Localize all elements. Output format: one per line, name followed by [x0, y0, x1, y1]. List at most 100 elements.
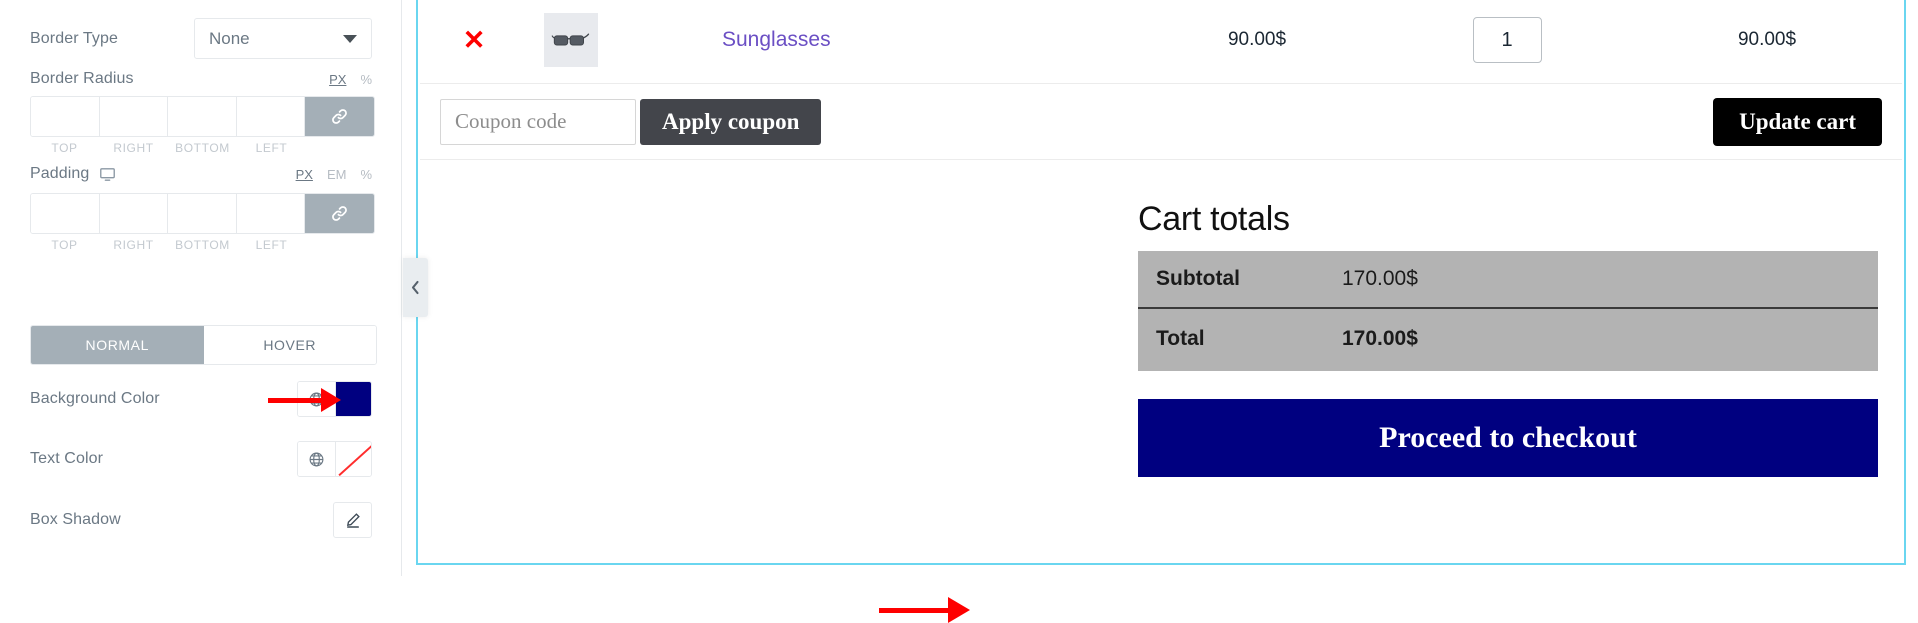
quantity-input[interactable]: 1	[1472, 17, 1542, 63]
product-name-cell: Sunglasses	[670, 28, 1132, 52]
table-row: Subtotal 170.00$	[1138, 251, 1878, 309]
tab-normal[interactable]: NORMAL	[31, 326, 204, 364]
border-radius-units: PX %	[329, 72, 372, 87]
product-quantity-cell: 1	[1382, 17, 1632, 63]
cart-totals-title: Cart totals	[1138, 200, 1290, 238]
control-text-color: Text Color	[0, 441, 402, 477]
text-color-label: Text Color	[30, 450, 104, 467]
label-bottom: BOTTOM	[175, 238, 230, 252]
cart-totals-section: Cart totals Subtotal 170.00$ Total 170.0…	[420, 160, 1902, 623]
label-spacer	[306, 238, 375, 252]
subtotal-amount: 170.00$	[1324, 251, 1878, 309]
control-background-color: Background Color	[0, 381, 402, 417]
pencil-icon	[346, 513, 360, 528]
update-cart-button[interactable]: Update cart	[1713, 97, 1882, 146]
remove-item-icon[interactable]: ✕	[463, 26, 486, 54]
product-price: 90.00$	[1227, 29, 1287, 50]
style-control-panel: Border Type None Border Radius PX % TOP …	[0, 0, 402, 576]
border-radius-top-input[interactable]	[31, 97, 100, 136]
border-type-select[interactable]: None	[194, 18, 372, 59]
globe-icon	[309, 452, 324, 466]
annotation-arrow-checkout	[879, 597, 970, 623]
widget-selection-frame: ✕ Sunglasses 90.00$ 1 90.00$ Coupon code…	[416, 0, 1906, 623]
label-right: RIGHT	[113, 141, 154, 155]
padding-right-input[interactable]	[99, 194, 168, 233]
cart-totals-table: Subtotal 170.00$ Total 170.00$	[1138, 251, 1878, 371]
border-radius-label: Border Radius	[30, 70, 134, 87]
global-color-button[interactable]	[298, 382, 336, 416]
subtotal-label: Subtotal	[1138, 251, 1324, 309]
apply-coupon-button[interactable]: Apply coupon	[640, 98, 822, 145]
label-top: TOP	[51, 141, 78, 155]
cart-item-row: ✕ Sunglasses 90.00$ 1 90.00$	[420, 0, 1902, 84]
unit-px[interactable]: PX	[329, 72, 346, 87]
padding-left-input[interactable]	[236, 194, 305, 233]
product-line-subtotal: 90.00$	[1737, 29, 1797, 50]
label-bottom: BOTTOM	[175, 141, 230, 155]
padding-bottom-input[interactable]	[168, 194, 237, 233]
total-label: Total	[1156, 327, 1205, 350]
label-top: TOP	[51, 238, 78, 252]
text-color-picker[interactable]	[297, 441, 372, 477]
editor-window: Border Type None Border Radius PX % TOP …	[0, 0, 1918, 623]
cart-totals: Cart totals Subtotal 170.00$ Total 170.0…	[1138, 200, 1878, 371]
product-thumbnail[interactable]	[544, 13, 598, 67]
border-radius-bottom-input[interactable]	[168, 97, 237, 136]
padding-top-input[interactable]	[31, 194, 100, 233]
border-type-label: Border Type	[30, 29, 118, 47]
unit-percent[interactable]: %	[360, 167, 372, 182]
box-shadow-edit-button[interactable]	[333, 502, 372, 538]
border-radius-dimensions	[30, 96, 375, 137]
label-right: RIGHT	[113, 238, 154, 252]
chevron-down-icon	[343, 34, 357, 43]
proceed-to-checkout-button[interactable]: Proceed to checkout	[1138, 399, 1878, 477]
control-border-radius-inputs: TOP RIGHT BOTTOM LEFT	[0, 96, 402, 155]
border-radius-side-labels: TOP RIGHT BOTTOM LEFT	[30, 141, 375, 155]
coupon-row: Coupon code Apply coupon Update cart	[420, 84, 1902, 160]
table-row: Total 170.00$	[1138, 308, 1878, 371]
tab-hover[interactable]: HOVER	[203, 326, 376, 364]
link-icon	[332, 109, 347, 124]
padding-units: PX EM %	[296, 167, 372, 182]
text-color-swatch-empty[interactable]	[336, 442, 371, 476]
chevron-left-icon	[411, 280, 419, 295]
state-tab-group: NORMAL HOVER	[30, 325, 377, 365]
product-name-link[interactable]: Sunglasses	[722, 28, 831, 51]
unit-percent[interactable]: %	[360, 72, 372, 87]
control-padding-header: Padding PX EM %	[0, 163, 402, 185]
control-border-radius-header: Border Radius PX %	[0, 68, 402, 90]
padding-dimensions	[30, 193, 375, 234]
control-padding-inputs: TOP RIGHT BOTTOM LEFT	[0, 193, 402, 252]
padding-link-values-button[interactable]	[305, 194, 374, 233]
border-radius-right-input[interactable]	[99, 97, 168, 136]
background-color-label: Background Color	[30, 390, 160, 407]
total-amount: 170.00$	[1342, 327, 1418, 350]
coupon-code-input[interactable]: Coupon code	[440, 98, 636, 145]
control-border-type: Border Type None	[0, 18, 402, 59]
background-color-swatch[interactable]	[336, 382, 371, 416]
unit-em[interactable]: EM	[327, 167, 347, 182]
label-spacer	[306, 141, 375, 155]
desktop-icon[interactable]	[99, 166, 116, 183]
unit-px[interactable]: PX	[296, 167, 313, 182]
label-left: LEFT	[255, 141, 288, 155]
background-color-picker[interactable]	[297, 381, 372, 417]
padding-side-labels: TOP RIGHT BOTTOM LEFT	[30, 238, 375, 252]
link-icon	[332, 206, 347, 221]
border-type-value: None	[209, 28, 250, 48]
cart-widget: ✕ Sunglasses 90.00$ 1 90.00$ Coupon code…	[420, 0, 1902, 623]
globe-icon	[309, 392, 324, 406]
panel-collapse-handle[interactable]	[403, 258, 428, 317]
padding-label-group: Padding	[30, 165, 116, 183]
border-radius-link-values-button[interactable]	[305, 97, 374, 136]
global-color-button[interactable]	[298, 442, 336, 476]
control-state-tabs: NORMAL HOVER	[0, 325, 402, 365]
remove-item-cell: ✕	[420, 26, 528, 54]
control-box-shadow: Box Shadow	[0, 502, 402, 538]
border-radius-left-input[interactable]	[236, 97, 305, 136]
product-thumbnail-cell	[528, 13, 670, 67]
label-left: LEFT	[255, 238, 288, 252]
sunglasses-icon	[551, 33, 590, 46]
preview-area: ✕ Sunglasses 90.00$ 1 90.00$ Coupon code…	[402, 0, 1918, 623]
padding-label: Padding	[30, 165, 90, 182]
